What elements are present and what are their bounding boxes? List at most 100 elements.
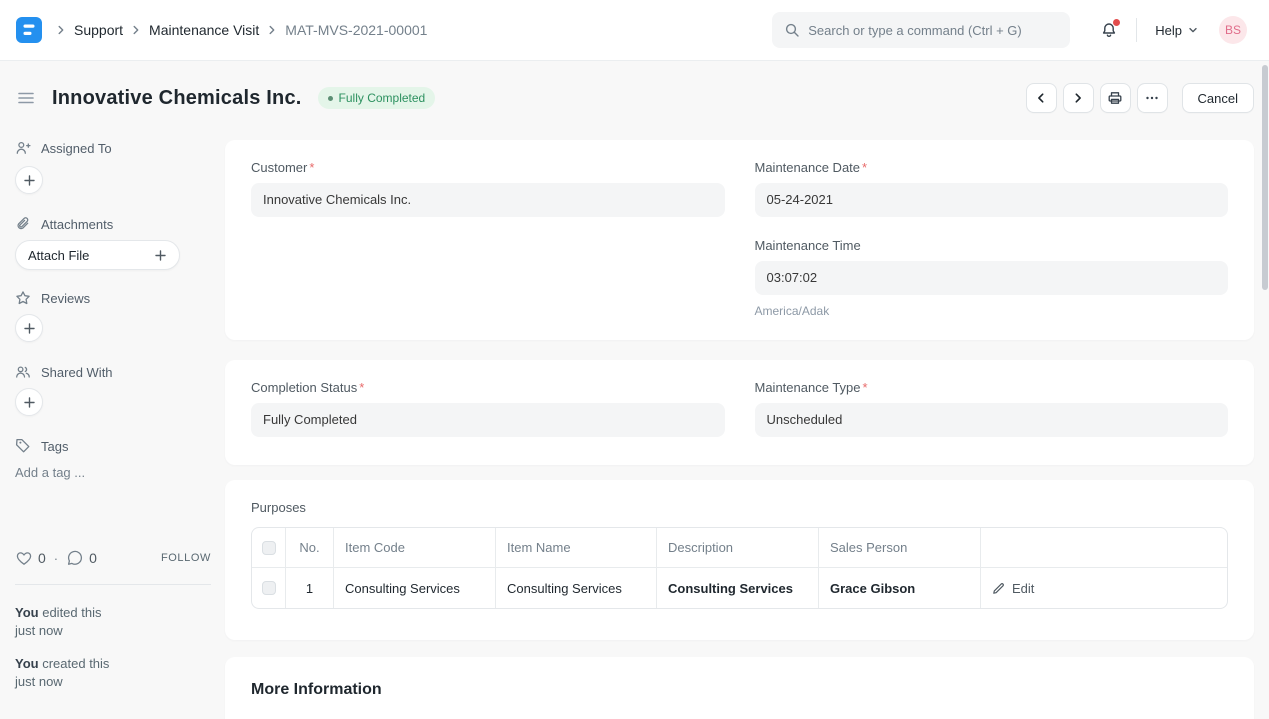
required-mark: * [359, 380, 364, 395]
table-row: 1 Consulting Services Consulting Service… [252, 568, 1227, 608]
notifications-button[interactable] [1100, 21, 1118, 39]
customer-input[interactable]: Innovative Chemicals Inc. [251, 183, 725, 217]
col-sales-person: Sales Person [819, 528, 981, 567]
required-mark: * [309, 160, 314, 175]
add-review-button[interactable] [15, 314, 43, 342]
sidebar-divider [15, 584, 211, 585]
cell-description[interactable]: Consulting Services [657, 568, 819, 608]
status-badge[interactable]: Fully Completed [318, 87, 436, 109]
paperclip-icon [15, 216, 31, 232]
table-header-row: No. Item Code Item Name Description Sale… [252, 528, 1227, 568]
global-search[interactable] [772, 12, 1070, 48]
activity-action: edited this [42, 605, 101, 620]
breadcrumb-maintenance-visit[interactable]: Maintenance Visit [149, 22, 259, 38]
help-menu[interactable]: Help [1155, 23, 1199, 38]
maintenance-time-input[interactable]: 03:07:02 [755, 261, 1229, 295]
search-icon [784, 22, 800, 38]
breadcrumb-document-id[interactable]: MAT-MVS-2021-00001 [285, 22, 427, 38]
social-row: 0 · 0 FOLLOW [15, 549, 211, 567]
customer-field: Customer* Innovative Chemicals Inc. [251, 160, 725, 217]
more-information-section: More Information [225, 657, 1254, 719]
comment-icon [66, 549, 84, 567]
cell-item-name[interactable]: Consulting Services [496, 568, 657, 608]
chevron-right-icon [265, 23, 279, 37]
more-information-title: More Information [251, 681, 1228, 699]
page-head: Innovative Chemicals Inc. Fully Complete… [16, 82, 1254, 114]
purposes-table: No. Item Code Item Name Description Sale… [251, 527, 1228, 609]
comment-count: 0 [89, 550, 97, 566]
notification-dot [1113, 19, 1120, 26]
form-body: Customer* Innovative Chemicals Inc. Main… [225, 140, 1254, 719]
vertical-scrollbar[interactable] [1262, 65, 1268, 290]
maintenance-date-input[interactable]: 05-24-2021 [755, 183, 1229, 217]
maintenance-type-select[interactable]: Unscheduled [755, 403, 1229, 437]
activity-when: just now [15, 673, 211, 691]
sidebar-toggle-button[interactable] [16, 88, 36, 108]
breadcrumb: Support Maintenance Visit MAT-MVS-2021-0… [54, 22, 427, 38]
app-logo[interactable] [16, 17, 42, 43]
follow-button[interactable]: FOLLOW [161, 552, 211, 564]
form-sidebar: Assigned To Attachments Attach File Revi [15, 140, 211, 691]
shared-with-label: Shared With [41, 365, 113, 380]
maintenance-type-label: Maintenance Type* [755, 380, 1229, 395]
details-section: Customer* Innovative Chemicals Inc. Main… [225, 140, 1254, 340]
cancel-button[interactable]: Cancel [1182, 83, 1254, 113]
next-document-button[interactable] [1063, 83, 1094, 113]
required-mark: * [862, 160, 867, 175]
attach-file-button[interactable]: Attach File [15, 240, 180, 270]
prev-document-button[interactable] [1026, 83, 1057, 113]
completion-status-select[interactable]: Fully Completed [251, 403, 725, 437]
dot-separator: · [54, 551, 58, 566]
cell-sales-person[interactable]: Grace Gibson [819, 568, 981, 608]
col-item-name: Item Name [496, 528, 657, 567]
plus-icon [23, 322, 36, 335]
breadcrumb-support[interactable]: Support [74, 22, 123, 38]
row-checkbox[interactable] [262, 581, 276, 595]
navbar: Support Maintenance Visit MAT-MVS-2021-0… [0, 0, 1269, 61]
plus-icon [23, 174, 36, 187]
activity-who: You [15, 656, 39, 671]
maintenance-date-label: Maintenance Date* [755, 160, 1229, 175]
status-section: Completion Status* Fully Completed Maint… [225, 360, 1254, 465]
navbar-right: Help BS [1070, 16, 1253, 44]
row-edit-button[interactable]: Edit [992, 581, 1034, 596]
status-badge-label: Fully Completed [339, 91, 426, 105]
completion-status-field: Completion Status* Fully Completed [251, 380, 725, 437]
help-label: Help [1155, 23, 1182, 38]
avatar-initials: BS [1225, 23, 1241, 37]
user-avatar[interactable]: BS [1219, 16, 1247, 44]
customer-label: Customer* [251, 160, 725, 175]
plus-icon [154, 249, 167, 262]
plus-icon [23, 396, 36, 409]
activity-who: You [15, 605, 39, 620]
col-no: No. [286, 528, 334, 567]
user-plus-icon [15, 140, 31, 156]
comments-button[interactable]: 0 [66, 549, 97, 567]
status-dot [328, 96, 333, 101]
timezone-helper: America/Adak [755, 304, 1229, 318]
more-actions-button[interactable] [1137, 83, 1168, 113]
cell-item-code[interactable]: Consulting Services [334, 568, 496, 608]
printer-icon [1107, 90, 1123, 106]
print-button[interactable] [1100, 83, 1131, 113]
reviews-label: Reviews [41, 291, 90, 306]
maintenance-time-field: Maintenance Time 03:07:02 America/Adak [755, 238, 1229, 318]
assigned-to-section: Assigned To [15, 140, 211, 156]
add-tag-input[interactable]: Add a tag ... [15, 465, 211, 480]
page-actions: Cancel [1026, 83, 1254, 113]
col-description: Description [657, 528, 819, 567]
activity-edited: You edited this just now [15, 604, 211, 640]
search-input[interactable] [808, 23, 1058, 38]
activity-when: just now [15, 622, 211, 640]
select-all-checkbox[interactable] [262, 541, 276, 555]
users-icon [15, 364, 31, 380]
like-button[interactable]: 0 [15, 549, 46, 567]
add-assignment-button[interactable] [15, 166, 43, 194]
ellipsis-icon [1144, 90, 1160, 106]
purposes-label: Purposes [251, 500, 1228, 515]
required-mark: * [863, 380, 868, 395]
add-share-button[interactable] [15, 388, 43, 416]
logo-glyph [21, 22, 37, 38]
attach-file-label: Attach File [28, 248, 89, 263]
page-title: Innovative Chemicals Inc. [52, 87, 302, 110]
